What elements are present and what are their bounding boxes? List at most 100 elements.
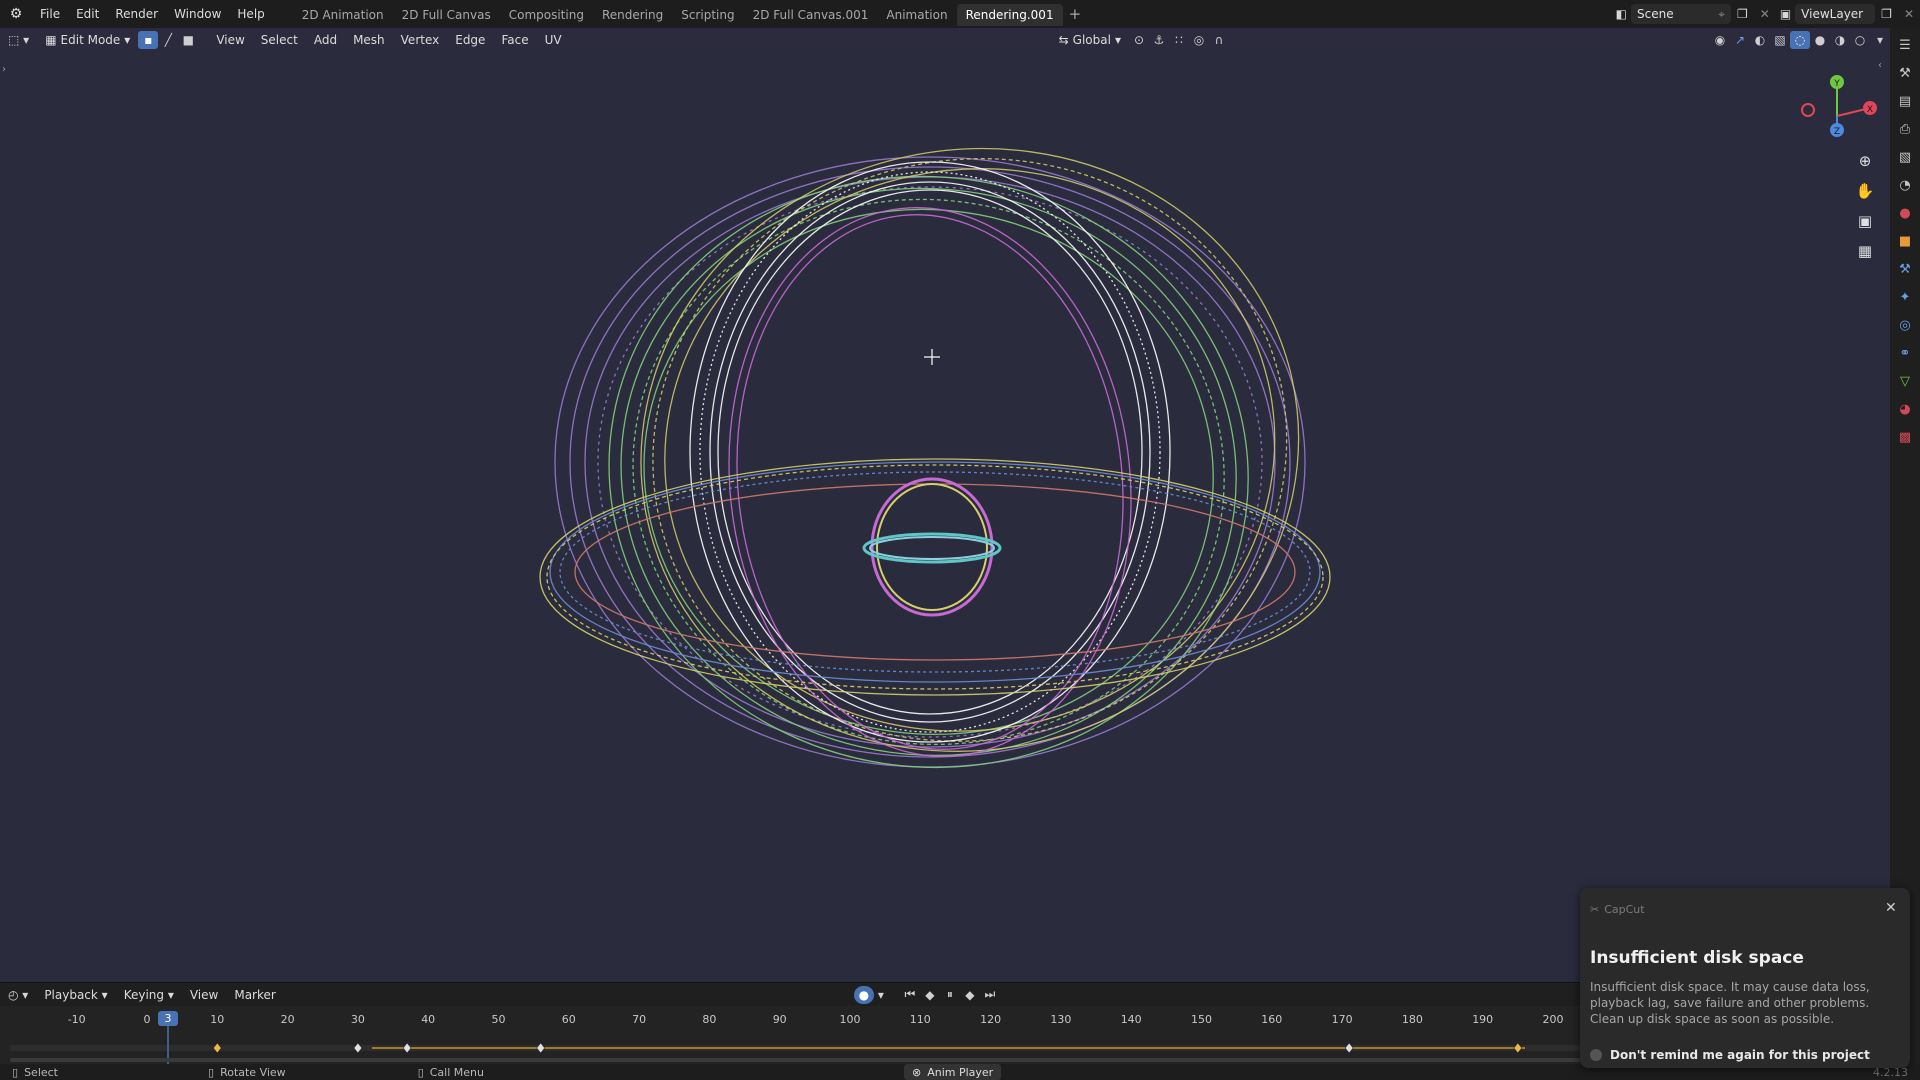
jump-start-icon[interactable]: ⏮ — [900, 986, 920, 1004]
scene-icon[interactable]: ◧ — [1612, 7, 1631, 21]
world-tab-icon[interactable]: ● — [1894, 202, 1916, 224]
edge-select-icon[interactable]: ╱ — [158, 31, 178, 49]
menu-edit[interactable]: Edit — [68, 0, 107, 28]
header-menu-face[interactable]: Face — [493, 28, 536, 52]
visibility-icon[interactable]: ◉ — [1710, 31, 1730, 49]
object-tab-icon[interactable]: ■ — [1894, 230, 1916, 252]
overlay-toggle-icon[interactable]: ◐ — [1750, 31, 1770, 49]
orientation-dropdown[interactable]: ⇆ Global ▾ — [1051, 28, 1129, 52]
header-menu-uv[interactable]: UV — [537, 28, 570, 52]
keyframe-diamond[interactable] — [353, 1042, 363, 1054]
editor-menu-icon[interactable]: ☰ — [1894, 34, 1916, 56]
keyframe-diamond[interactable] — [402, 1042, 412, 1054]
header-menu-vertex[interactable]: Vertex — [393, 28, 448, 52]
scene-tab-icon[interactable]: ◔ — [1894, 174, 1916, 196]
chevron-down-icon[interactable]: ▾ — [874, 988, 888, 1002]
vertex-select-icon[interactable]: ▪ — [138, 31, 159, 49]
timeline-menu-playback[interactable]: Playback ▾ — [36, 983, 115, 1007]
tab-2d-full-canvas-001[interactable]: 2D Full Canvas.001 — [744, 4, 878, 26]
close-scene-icon[interactable]: ✕ — [1754, 7, 1776, 21]
header-menu-add[interactable]: Add — [306, 28, 345, 52]
timeline-editor-icon[interactable]: ◴ ▾ — [0, 988, 36, 1002]
header-menu-select[interactable]: Select — [253, 28, 306, 52]
keyframe-diamond[interactable] — [212, 1042, 222, 1054]
close-icon[interactable]: ✕ — [1885, 900, 1897, 916]
ortho-grid-icon[interactable]: ▦ — [1852, 238, 1878, 264]
view-layer-tab-icon[interactable]: ▧ — [1894, 146, 1916, 168]
tab-scripting[interactable]: Scripting — [672, 4, 743, 26]
tool-tab-icon[interactable]: ⚒ — [1894, 62, 1916, 84]
checkbox-box[interactable] — [1590, 1049, 1602, 1061]
constraints-tab-icon[interactable]: ⚭ — [1894, 342, 1916, 364]
particles-tab-icon[interactable]: ✦ — [1894, 286, 1916, 308]
header-menu-mesh[interactable]: Mesh — [345, 28, 393, 52]
timeline-menu-keying[interactable]: Keying ▾ — [116, 983, 182, 1007]
menu-window[interactable]: Window — [166, 0, 229, 28]
add-workspace-icon[interactable]: + — [1063, 5, 1088, 23]
blender-logo-icon[interactable]: ⚙ — [0, 6, 32, 22]
timeline-menu-view[interactable]: View — [182, 983, 226, 1007]
tab-2d-animation[interactable]: 2D Animation — [293, 4, 393, 26]
sidebar-collapse-icon[interactable]: ‹ — [1878, 60, 1882, 71]
wireframe-shading-icon[interactable]: ◌ — [1790, 31, 1811, 49]
header-menu-view[interactable]: View — [208, 28, 252, 52]
proportional-edit-icon[interactable]: ◎ — [1189, 31, 1209, 49]
close-circle-icon[interactable]: ⊗ — [912, 1066, 921, 1079]
material-shading-icon[interactable]: ◑ — [1830, 31, 1850, 49]
render-tab-icon[interactable]: ▤ — [1894, 90, 1916, 112]
rendered-shading-icon[interactable]: ○ — [1850, 31, 1870, 49]
tab-rendering-001[interactable]: Rendering.001 — [956, 4, 1063, 26]
view-layer-field[interactable]: ViewLayer — [1795, 4, 1876, 24]
view-layer-icon[interactable]: ▣ — [1776, 7, 1795, 21]
editor-type-icon[interactable]: ⬚ ▾ — [0, 33, 37, 47]
tab-animation[interactable]: Animation — [877, 4, 956, 26]
pause-icon[interactable]: ⏸ — [940, 986, 960, 1004]
tab-compositing[interactable]: Compositing — [500, 4, 593, 26]
timeline-menu-marker[interactable]: Marker — [226, 983, 283, 1007]
scene-field[interactable]: Scene ⌖ — [1631, 4, 1731, 24]
zoom-icon[interactable]: ⊕ — [1852, 148, 1878, 174]
keyframe-diamond[interactable] — [536, 1042, 546, 1054]
3d-viewport[interactable]: Y X Z ⊕ ✋ ▣ ▦ › ‹ — [0, 52, 1890, 982]
texture-tab-icon[interactable]: ▩ — [1894, 426, 1916, 448]
menu-file[interactable]: File — [32, 0, 68, 28]
face-select-icon[interactable]: ■ — [178, 31, 198, 49]
mouse-left-icon: ▯ — [12, 1065, 19, 1079]
snap-target-icon[interactable]: ∷ — [1169, 31, 1189, 49]
shading-options-icon[interactable]: ▾ — [1870, 31, 1890, 49]
solid-shading-icon[interactable]: ● — [1810, 31, 1830, 49]
keyframe-diamond[interactable] — [1513, 1042, 1523, 1054]
camera-view-icon[interactable]: ▣ — [1852, 208, 1878, 234]
output-tab-icon[interactable]: ⎙ — [1894, 118, 1916, 140]
xray-icon[interactable]: ▧ — [1770, 31, 1790, 49]
auto-keying-icon[interactable]: ● — [853, 985, 874, 1004]
dont-remind-checkbox[interactable]: Don't remind me again for this project — [1590, 1048, 1870, 1062]
menu-render[interactable]: Render — [107, 0, 166, 28]
data-tab-icon[interactable]: ▽ — [1894, 370, 1916, 392]
timeline-tick-label: 200 — [1543, 1013, 1564, 1026]
close-view-layer-icon[interactable]: ✕ — [1898, 7, 1920, 21]
menu-help[interactable]: Help — [229, 0, 272, 28]
physics-tab-icon[interactable]: ◎ — [1894, 314, 1916, 336]
modifier-tab-icon[interactable]: ⚒ — [1894, 258, 1916, 280]
tab-2d-full-canvas[interactable]: 2D Full Canvas — [393, 4, 500, 26]
pan-hand-icon[interactable]: ✋ — [1852, 178, 1878, 204]
anim-player-badge[interactable]: ⊗ Anim Player — [903, 1064, 1002, 1080]
gizmo-toggle-icon[interactable]: ↗ — [1730, 31, 1750, 49]
material-tab-icon[interactable]: ◕ — [1894, 398, 1916, 420]
snap-icon[interactable]: ⚓ — [1149, 31, 1169, 49]
prev-keyframe-icon[interactable]: ◆ — [920, 986, 940, 1004]
navigation-gizmo[interactable]: Y X Z — [1790, 68, 1880, 138]
pivot-icon[interactable]: ⊙ — [1129, 31, 1149, 49]
pin-icon[interactable]: ⌖ — [1718, 4, 1725, 24]
header-menu-edge[interactable]: Edge — [447, 28, 493, 52]
new-scene-icon[interactable]: ❐ — [1731, 7, 1754, 21]
toolbar-collapse-icon[interactable]: › — [2, 64, 6, 75]
next-keyframe-icon[interactable]: ◆ — [960, 986, 980, 1004]
jump-end-icon[interactable]: ⏭ — [980, 986, 1000, 1004]
tab-rendering[interactable]: Rendering — [593, 4, 672, 26]
falloff-icon[interactable]: ∩ — [1209, 31, 1229, 49]
new-view-layer-icon[interactable]: ❐ — [1875, 7, 1898, 21]
keyframe-diamond[interactable] — [1344, 1042, 1354, 1054]
mode-dropdown[interactable]: ▦ Edit Mode ▾ — [37, 28, 138, 52]
